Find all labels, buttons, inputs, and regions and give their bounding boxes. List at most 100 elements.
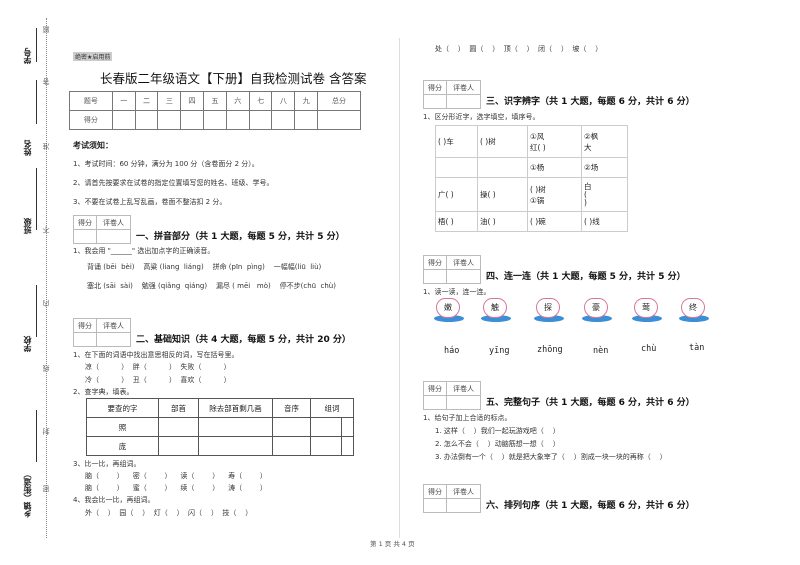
- score-cell[interactable]: [203, 110, 227, 130]
- page-title: 长春版二年级语文【下册】自我检测试卷 含答案: [100, 71, 367, 86]
- cell: ( )树: [477, 125, 528, 158]
- cell: 梧( ): [435, 211, 478, 232]
- score-cell[interactable]: [317, 110, 361, 130]
- seal-char: 不: [42, 226, 50, 233]
- question: 1、给句子加上合适的标点。: [423, 414, 512, 422]
- score-table-header-row: 题号 一 二 三 四 五 六 七 八 九 总分: [69, 91, 361, 111]
- answer-cell[interactable]: [310, 417, 342, 437]
- heart-icon: 豪: [584, 298, 608, 318]
- answer-line: 外（ ） 园（ ） 灯（ ） 闪（ ） 技（ ）: [85, 509, 253, 517]
- cell: 一: [111, 91, 136, 111]
- cell: 五: [203, 91, 227, 111]
- answer-cell[interactable]: [158, 436, 199, 456]
- answer-cell[interactable]: [341, 436, 354, 456]
- cell: ②场: [581, 157, 628, 178]
- pinyin-line: 背诵 (bēi bèi) 高粱 (liang liáng) 拼命 (pīn pì…: [87, 263, 322, 271]
- table-row: 广( ) 操( ) ( )树 ①锅 白 ( ): [435, 177, 628, 212]
- secret-tag: 绝密★启用前: [73, 52, 113, 61]
- grader-score-label: 得分: [72, 215, 98, 230]
- grader-reviewer-cell[interactable]: [446, 94, 481, 109]
- heart-icon: 莺: [634, 298, 658, 318]
- table-row: ( )车 ( )树 ①风 红( ) ②枫 大: [435, 125, 628, 158]
- question: 1、在下面的词语中找出意思相反的词，写在括号里。: [73, 351, 239, 359]
- question: 1、区分形近字，选字填空，填序号。: [423, 113, 540, 121]
- grader-reviewer-cell[interactable]: [96, 332, 131, 347]
- pinyin-option[interactable]: yīng: [489, 346, 509, 356]
- cell: ( )线: [581, 211, 628, 232]
- grader-score-label: 得分: [72, 318, 98, 333]
- score-cell[interactable]: [111, 110, 136, 130]
- grader-reviewer-cell[interactable]: [446, 395, 481, 410]
- question: 1、我会用 "______" 选出加点字的正确读音。: [73, 247, 215, 255]
- section-title: 二、基础知识（共 4 大题，每题 5 分，共计 20 分）: [136, 335, 351, 345]
- notice-item: 3、不要在试卷上乱写乱画，卷面不整洁扣 2 分。: [73, 198, 227, 206]
- label-school: 学校: [23, 336, 32, 352]
- cell: ( )碗: [527, 211, 582, 232]
- answer-cell[interactable]: [198, 417, 273, 437]
- answer-cell[interactable]: [310, 436, 342, 456]
- grader-reviewer-label: 评卷人: [446, 255, 481, 270]
- grader-score-cell[interactable]: [72, 229, 98, 244]
- score-cell[interactable]: [225, 110, 250, 130]
- grader-score-cell[interactable]: [72, 332, 98, 347]
- answer-cell[interactable]: [272, 417, 311, 437]
- grader-score-cell[interactable]: [422, 395, 448, 410]
- heart-card[interactable]: 终: [679, 298, 709, 322]
- grader-score-cell[interactable]: [422, 498, 448, 513]
- header-cell: 组词: [310, 398, 354, 418]
- grader-reviewer-cell[interactable]: [446, 498, 481, 513]
- page-number: 第 1 页 共 4 页: [370, 540, 415, 548]
- pinyin-option[interactable]: tàn: [689, 343, 704, 353]
- grader-reviewer-label: 评卷人: [446, 80, 481, 95]
- answer-cell[interactable]: [158, 417, 199, 437]
- grader-reviewer-cell[interactable]: [446, 269, 481, 284]
- seal-char: 线: [42, 365, 50, 372]
- cell: 八: [271, 91, 296, 111]
- score-cell[interactable]: [134, 110, 159, 130]
- grader-score-label: 得分: [422, 381, 448, 396]
- answer-cell[interactable]: [198, 436, 273, 456]
- grader-score-cell[interactable]: [422, 269, 448, 284]
- pinyin-line: 塞北 (sāi sài) 勉强 (qiǎng qiáng) 漏尽 ( mēi m…: [87, 282, 336, 290]
- label-township: 乡镇（街道）: [23, 470, 32, 518]
- score-cell[interactable]: [294, 110, 319, 130]
- cell: 三: [157, 91, 182, 111]
- grader-score-cell[interactable]: [422, 94, 448, 109]
- pinyin-option[interactable]: háo: [444, 346, 459, 356]
- pinyin-option[interactable]: chù: [641, 344, 656, 354]
- answer-line: 脑（ ） 蜜（ ） 续（ ） 涛（ ）: [85, 484, 267, 492]
- dictionary-header-row: 要查的字 部首 除去部首剩几画 音序 组词: [86, 398, 354, 418]
- answer-line: 2. 怎么不会（ ）动脑筋想一想（ ）: [435, 440, 560, 448]
- answer-cell[interactable]: [341, 417, 354, 437]
- section-title: 四、连一连（共 1 大题，每题 5 分，共计 5 分）: [486, 272, 686, 282]
- header-cell: 要查的字: [86, 398, 159, 418]
- header-cell: 部首: [158, 398, 199, 418]
- score-cell[interactable]: [248, 110, 273, 130]
- section-title: 六、排列句序（共 1 大题，每题 6 分，共计 6 分）: [486, 501, 695, 511]
- blank-line: [36, 410, 37, 462]
- char-distinguish-table: ( )车 ( )树 ①风 红( ) ②枫 大 ①杨 ②场 广( ) 操( ) (…: [435, 125, 628, 232]
- seal-char: 封: [42, 428, 50, 435]
- pinyin-option[interactable]: nèn: [593, 346, 608, 356]
- heart-card[interactable]: 嫩: [434, 298, 464, 322]
- score-cell[interactable]: [180, 110, 205, 130]
- grader-reviewer-cell[interactable]: [96, 229, 131, 244]
- score-cell[interactable]: [271, 110, 296, 130]
- question: 1、读一读，连一连。: [423, 288, 491, 296]
- cell: 操( ): [477, 177, 528, 212]
- cell: 广( ): [435, 177, 478, 212]
- pinyin-option[interactable]: zhōng: [537, 345, 563, 355]
- question: 2、查字典，填表。: [73, 388, 134, 396]
- score-cell[interactable]: [157, 110, 182, 130]
- heart-card[interactable]: 豪: [582, 298, 612, 322]
- grader-box: 得分 评卷人: [422, 484, 481, 513]
- seal-char: 密: [42, 485, 50, 492]
- section-title: 三、识字辨字（共 1 大题，每题 6 分，共计 6 分）: [486, 97, 695, 107]
- table-row: 梧( ) 油( ) ( )碗 ( )线: [435, 211, 628, 232]
- heart-card[interactable]: 莺: [632, 298, 662, 322]
- cell: 二: [134, 91, 159, 111]
- blank-line: [36, 285, 37, 337]
- heart-card[interactable]: 探: [534, 298, 564, 322]
- answer-cell[interactable]: [272, 436, 311, 456]
- heart-card[interactable]: 触: [481, 298, 511, 322]
